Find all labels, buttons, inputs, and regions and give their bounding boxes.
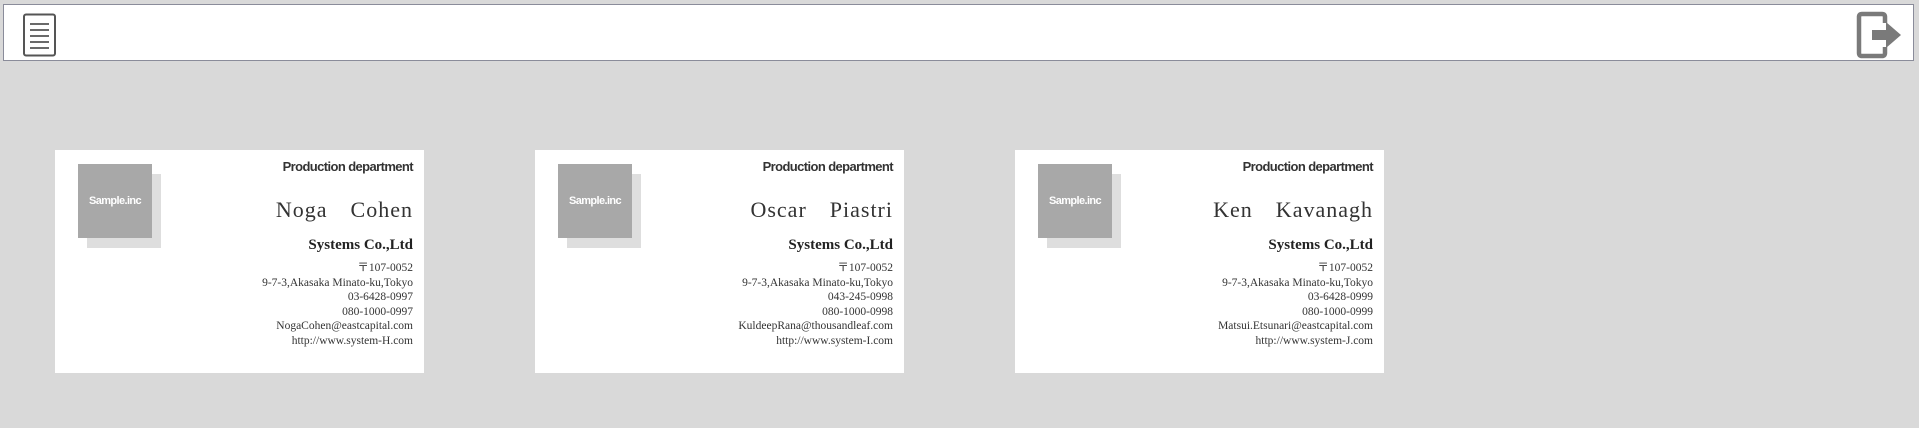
business-card[interactable]: Sample.inc Production department Oscar P… xyxy=(535,150,904,373)
mobile-number: 080-1000-0997 xyxy=(342,305,413,318)
company-name: Systems Co.,Ltd xyxy=(308,237,413,253)
logout-button[interactable] xyxy=(1855,11,1905,59)
company-logo: Sample.inc xyxy=(558,164,632,238)
postal-code: 〒107-0052 xyxy=(837,262,893,274)
logout-exit-icon xyxy=(1856,11,1901,59)
email-address: Matsui.Etsunari@eastcapital.com xyxy=(1218,320,1373,332)
person-name: Oscar Piastri xyxy=(750,197,893,222)
company-logo: Sample.inc xyxy=(1038,164,1112,238)
website-url: http://www.system-H.com xyxy=(291,334,413,347)
phone-number: 03-6428-0999 xyxy=(1307,291,1373,303)
mobile-number: 080-1000-0999 xyxy=(1302,305,1373,318)
logo-text: Sample.inc xyxy=(568,195,622,207)
business-card[interactable]: Sample.inc Production department Ken Kav… xyxy=(1015,150,1384,373)
logo-text: Sample.inc xyxy=(1048,195,1102,207)
address: 9-7-3,Akasaka Minato-ku,Tokyo xyxy=(742,276,893,289)
email-address: KuldeepRana@thousandleaf.com xyxy=(738,320,893,332)
email-address: NogaCohen@eastcapital.com xyxy=(276,320,413,332)
logo-text: Sample.inc xyxy=(88,195,142,207)
person-name: Noga Cohen xyxy=(275,197,413,222)
address: 9-7-3,Akasaka Minato-ku,Tokyo xyxy=(262,276,413,289)
contact-info: 〒107-0052 9-7-3,Akasaka Minato-ku,Tokyo … xyxy=(1218,261,1373,348)
website-url: http://www.system-I.com xyxy=(776,334,893,347)
postal-code: 〒107-0052 xyxy=(357,262,413,274)
phone-number: 03-6428-0997 xyxy=(347,291,413,303)
contact-info: 〒107-0052 9-7-3,Akasaka Minato-ku,Tokyo … xyxy=(738,261,893,348)
business-card[interactable]: Sample.inc Production department Noga Co… xyxy=(55,150,424,373)
company-name: Systems Co.,Ltd xyxy=(1268,237,1373,253)
menu-button[interactable] xyxy=(22,13,58,57)
company-logo: Sample.inc xyxy=(78,164,152,238)
contact-info: 〒107-0052 9-7-3,Akasaka Minato-ku,Tokyo … xyxy=(262,261,413,348)
person-name: Ken Kavanagh xyxy=(1213,197,1373,222)
top-toolbar xyxy=(3,4,1914,61)
company-name: Systems Co.,Ltd xyxy=(788,237,893,253)
hamburger-menu-icon xyxy=(23,13,56,57)
website-url: http://www.system-J.com xyxy=(1255,334,1373,347)
department: Production department xyxy=(762,159,894,174)
address: 9-7-3,Akasaka Minato-ku,Tokyo xyxy=(1222,276,1373,289)
department: Production department xyxy=(1242,159,1374,174)
postal-code: 〒107-0052 xyxy=(1317,262,1373,274)
phone-number: 043-245-0998 xyxy=(827,291,893,303)
department: Production department xyxy=(282,159,414,174)
mobile-number: 080-1000-0998 xyxy=(822,305,893,318)
